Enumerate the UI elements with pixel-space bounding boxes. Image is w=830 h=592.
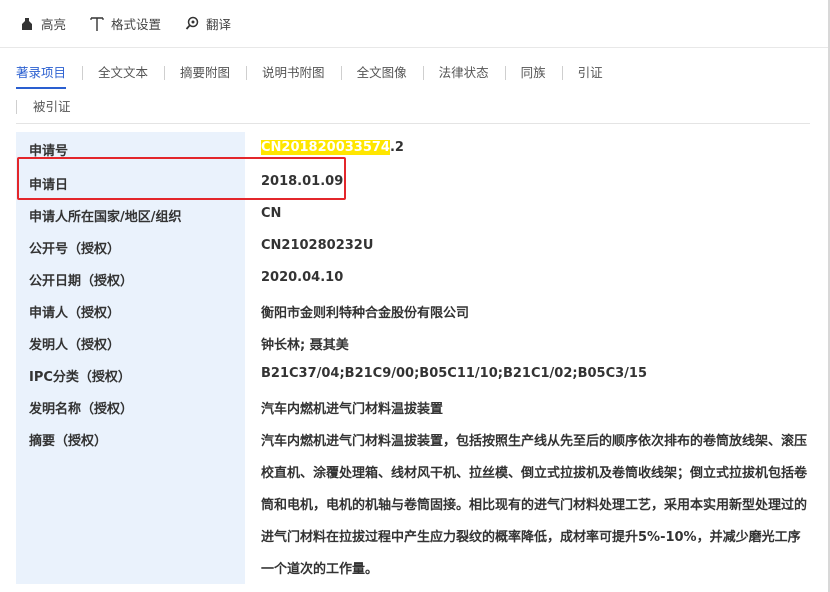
label-column-bg xyxy=(16,132,245,584)
field-label: 公开号（授权） xyxy=(29,242,121,257)
field-label: 公开日期（授权） xyxy=(29,274,134,289)
tab-abstract-figure[interactable]: 摘要附图 xyxy=(164,56,246,90)
row-application-number: 申请号 CN201820033574.2 xyxy=(16,140,810,159)
format-settings-button[interactable]: 格式设置 xyxy=(88,14,161,33)
row-publication-date: 公开日期（授权） 2020.04.10 xyxy=(16,270,810,289)
field-label: 申请日 xyxy=(29,178,69,193)
field-label: 申请号 xyxy=(29,144,69,159)
tab-full-image[interactable]: 全文图像 xyxy=(340,56,423,90)
highlight-button[interactable]: 高亮 xyxy=(18,14,66,33)
field-value: B21C37/04;B21C9/00;B05C11/10;B21C1/02;B0… xyxy=(261,366,648,381)
tab-description-figures[interactable]: 说明书附图 xyxy=(246,56,341,90)
field-value: 钟长林; 聂其美 xyxy=(261,338,349,353)
search-highlight: CN201820033574 xyxy=(261,140,390,155)
highlight-label: 高亮 xyxy=(41,17,67,32)
translate-search-icon xyxy=(183,15,201,33)
row-inventor: 发明人（授权） 钟长林; 聂其美 xyxy=(16,334,810,353)
field-value: CN xyxy=(261,206,282,221)
format-settings-label: 格式设置 xyxy=(111,17,162,32)
text-format-icon xyxy=(88,15,106,33)
field-value: CN210280232U xyxy=(261,238,374,253)
paint-bucket-icon xyxy=(18,15,36,33)
field-label: 申请人（授权） xyxy=(29,306,121,321)
abstract-text: 汽车内燃机进气门材料温拔装置，包括按照生产线从先至后的顺序依次排布的卷筒放线架、… xyxy=(261,434,808,577)
row-invention-title: 发明名称（授权） 汽车内燃机进气门材料温拔装置 xyxy=(16,398,810,417)
toolbar: 高亮 格式设置 翻译 xyxy=(0,0,830,48)
field-label: 发明人（授权） xyxy=(29,338,121,353)
tab-cited-by[interactable]: 被引证 xyxy=(16,90,87,124)
tab-family[interactable]: 同族 xyxy=(504,56,562,90)
tab-bibliographic[interactable]: 著录项目 xyxy=(16,56,82,90)
field-label: 发明名称（授权） xyxy=(29,402,134,417)
field-value: CN201820033574.2 xyxy=(245,140,404,159)
bibliographic-table: 申请号 CN201820033574.2 申请日 2018.01.09 申请人所… xyxy=(16,132,810,584)
field-value: 汽车内燃机进气门材料温拔装置 xyxy=(261,402,444,417)
field-value: 2018.01.09 xyxy=(261,174,344,189)
translate-button[interactable]: 翻译 xyxy=(183,14,231,33)
field-value: 2020.04.10 xyxy=(261,270,344,285)
field-label: 申请人所在国家/地区/组织 xyxy=(29,210,182,225)
tab-row-2: 被引证 xyxy=(16,90,810,124)
application-number-suffix: .2 xyxy=(389,140,404,155)
detail-tabs: 著录项目 全文文本 摘要附图 说明书附图 全文图像 法律状态 同族 引证 被引证 xyxy=(16,56,810,124)
field-label: IPC分类（授权） xyxy=(29,370,131,385)
row-application-date: 申请日 2018.01.09 xyxy=(16,174,810,193)
field-value: 衡阳市金则利特种合金股份有限公司 xyxy=(261,306,470,321)
row-ipc: IPC分类（授权） B21C37/04;B21C9/00;B05C11/10;B… xyxy=(16,366,810,385)
row-applicant-country: 申请人所在国家/地区/组织 CN xyxy=(16,206,810,225)
row-applicant: 申请人（授权） 衡阳市金则利特种合金股份有限公司 xyxy=(16,302,810,321)
translate-label: 翻译 xyxy=(206,17,232,32)
tab-full-text[interactable]: 全文文本 xyxy=(82,56,164,90)
tab-legal-status[interactable]: 法律状态 xyxy=(422,56,505,90)
tab-citations[interactable]: 引证 xyxy=(561,56,619,90)
field-label: 摘要（授权） xyxy=(29,434,108,449)
row-publication-number: 公开号（授权） CN210280232U xyxy=(16,238,810,257)
tab-row-1: 著录项目 全文文本 摘要附图 说明书附图 全文图像 法律状态 同族 引证 xyxy=(16,56,810,90)
